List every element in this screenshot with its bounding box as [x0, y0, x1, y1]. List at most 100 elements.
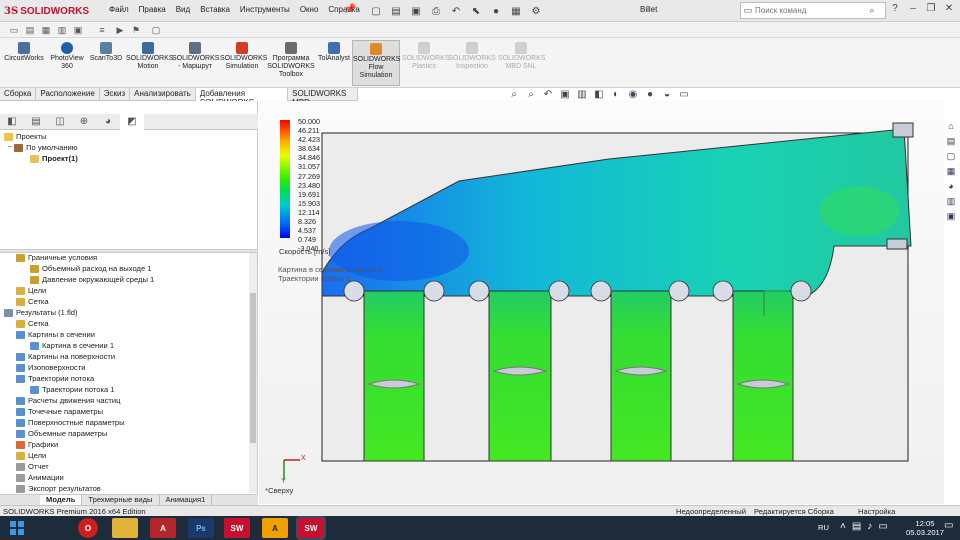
rebuild-icon[interactable]: ▦ — [508, 3, 524, 19]
tree-item-animations[interactable]: Анимации — [16, 473, 64, 484]
tree-item-ambient-pressure[interactable]: Давление окружающей среды 1 — [30, 275, 154, 286]
display-style-icon[interactable]: ◐ — [610, 89, 622, 100]
tree-item-mesh[interactable]: Сетка — [16, 297, 49, 308]
network-icon[interactable]: ▤ — [852, 521, 861, 532]
custom-properties-icon[interactable]: ▥ — [944, 196, 958, 210]
battery-icon[interactable]: ▭ — [878, 521, 887, 532]
tree-item-projects[interactable]: Проекты — [4, 132, 46, 143]
tree-item-goals[interactable]: Цели — [16, 286, 46, 297]
routing-button[interactable]: SOLIDWORKS - Маршрут — [172, 40, 219, 71]
status-units[interactable]: Настройка — [858, 507, 895, 516]
tree-item-point-parameters[interactable]: Точечные параметры — [16, 407, 103, 418]
solidworks-2016-icon[interactable]: SW — [224, 518, 250, 538]
menu-insert[interactable]: Вставка — [195, 5, 235, 14]
play-icon[interactable]: ▶ — [114, 24, 126, 36]
property-manager-tab-icon[interactable]: ▤ — [24, 114, 48, 130]
tree-item-cut-plot-1[interactable]: Картина в сечении 1 — [30, 341, 114, 352]
tree-item-flow-trajectories[interactable]: Траектории потока — [16, 374, 94, 385]
close-icon[interactable]: ✕ — [942, 3, 956, 14]
tree-item-results-goals[interactable]: Цели — [16, 451, 46, 462]
tray-arrow-icon[interactable]: ˄ — [840, 521, 846, 532]
search-input[interactable] — [755, 6, 865, 15]
select-icon[interactable]: ⬉ — [468, 3, 484, 19]
appearances-icon[interactable]: ◕ — [944, 181, 958, 195]
photoview-button[interactable]: PhotoView 360 — [48, 40, 86, 71]
autocad-icon[interactable]: A — [150, 518, 176, 538]
scanto3d-button[interactable]: ScanTo3D — [88, 40, 124, 63]
tree-item-flow-trajectories-1[interactable]: Траектории потока 1 — [30, 385, 115, 396]
tree-item-default[interactable]: − По умолчанию — [8, 143, 77, 154]
pin-icon[interactable]: 📌 — [344, 4, 356, 15]
table-icon[interactable]: ▥ — [56, 24, 68, 36]
design-library-icon[interactable]: ▤ — [944, 136, 958, 150]
explorer-icon[interactable] — [112, 518, 138, 538]
scrollbar-thumb[interactable] — [250, 293, 256, 443]
tab-evaluate[interactable]: Анализировать — [130, 88, 196, 101]
volume-icon[interactable]: ♪ — [867, 521, 872, 532]
menu-view[interactable]: Вид — [171, 5, 195, 14]
feature-manager-tab-icon[interactable]: ◧ — [0, 114, 24, 130]
simulation-button[interactable]: SOLIDWORKS Simulation — [220, 40, 267, 71]
tab-assembly[interactable]: Сборка — [0, 88, 37, 101]
flag-icon[interactable]: ⚑ — [130, 24, 142, 36]
tab-layout[interactable]: Расположение — [36, 88, 100, 101]
window-icon[interactable]: ▢ — [150, 24, 162, 36]
home-icon[interactable]: ⌂ — [944, 121, 958, 135]
options-gear-icon[interactable]: ⚙ — [528, 3, 544, 19]
tree-item-volume-parameters[interactable]: Объемные параметры — [16, 429, 107, 440]
tree-item-surface-plots[interactable]: Картины на поверхности — [16, 352, 115, 363]
previous-view-icon[interactable]: ↶ — [542, 89, 554, 100]
scene-icon[interactable]: ◒ — [661, 89, 673, 100]
language-indicator[interactable]: RU — [818, 523, 829, 532]
minimize-icon[interactable]: – — [906, 3, 920, 14]
start-button[interactable] — [4, 518, 30, 538]
undo-icon[interactable]: ↶ — [448, 3, 464, 19]
tab-solidworks-addins[interactable]: Добавления SOLIDWORKS — [195, 88, 289, 107]
tolanalyst-button[interactable]: TolAnalyst — [316, 40, 352, 63]
open-icon[interactable]: ▤ — [388, 3, 404, 19]
print-icon[interactable]: ⎙ — [428, 3, 444, 19]
motion-button[interactable]: SOLIDWORKS Motion — [126, 40, 173, 71]
flow-simulation-tab-icon[interactable]: ◩ — [120, 114, 144, 130]
tree-item-surface-parameters[interactable]: Поверхностные параметры — [16, 418, 125, 429]
restore-icon[interactable]: ❐ — [924, 3, 938, 14]
view-settings-icon[interactable]: ▭ — [678, 89, 690, 100]
menu-tools[interactable]: Инструменты — [235, 5, 295, 14]
graphics-area[interactable]: ⌂ ▤ ▢ ▦ ◕ ▥ ▣ — [259, 101, 955, 504]
section-view-icon[interactable]: ▣ — [559, 89, 571, 100]
tab-model[interactable]: Модель — [40, 495, 83, 505]
magnifier-icon[interactable]: ⌕ — [865, 5, 879, 16]
notifications-icon[interactable]: ▭ — [944, 520, 953, 531]
collapse-icon[interactable]: − — [8, 143, 12, 154]
zoom-area-icon[interactable]: ⌕ — [525, 89, 537, 100]
tree-item-results[interactable]: Результаты (1.fld) — [4, 308, 78, 319]
solidworks-2016b-icon[interactable]: SW — [298, 518, 324, 538]
save-icon[interactable]: ▣ — [408, 3, 424, 19]
tree-item-isosurfaces[interactable]: Изоповерхности — [16, 363, 85, 374]
tab-3d-views[interactable]: Трехмерные виды — [82, 495, 160, 505]
tree-item-boundary-conditions[interactable]: Граничные условия — [16, 253, 97, 264]
toolbox-button[interactable]: Программа SOLIDWORKS Toolbox — [266, 40, 316, 79]
flow-simulation-button[interactable]: SOLIDWORKS Flow Simulation — [352, 40, 400, 86]
display-manager-tab-icon[interactable]: ◕ — [96, 114, 120, 130]
folder-icon[interactable]: ▤ — [24, 24, 36, 36]
tree-item-outlet-flow[interactable]: Объемный расход на выходе 1 — [30, 264, 152, 275]
traffic-light-icon[interactable]: ● — [488, 3, 504, 19]
search-box[interactable]: ▭ ⌕ — [740, 2, 886, 19]
menu-file[interactable]: Файл — [104, 5, 134, 14]
configuration-manager-tab-icon[interactable]: ◫ — [48, 114, 72, 130]
tree-item-project[interactable]: Проект(1) — [30, 154, 78, 165]
zoom-to-fit-icon[interactable]: ⌕ — [508, 89, 520, 100]
menu-edit[interactable]: Правка — [134, 5, 171, 14]
menu-window[interactable]: Окно — [295, 5, 324, 14]
help-icon[interactable]: ? — [888, 3, 902, 14]
sketch-icon[interactable]: ▭ — [8, 24, 20, 36]
archicad-icon[interactable]: A — [262, 518, 288, 538]
tree-scrollbar[interactable] — [249, 253, 257, 493]
tree-item-report[interactable]: Отчет — [16, 462, 49, 473]
new-document-icon[interactable]: ▢ — [368, 3, 384, 19]
dimxpert-tab-icon[interactable]: ⊕ — [72, 114, 96, 130]
appearance-icon[interactable]: ● — [644, 89, 656, 100]
file-explorer-icon[interactable]: ▢ — [944, 151, 958, 165]
calendar-icon[interactable]: ▣ — [72, 24, 84, 36]
